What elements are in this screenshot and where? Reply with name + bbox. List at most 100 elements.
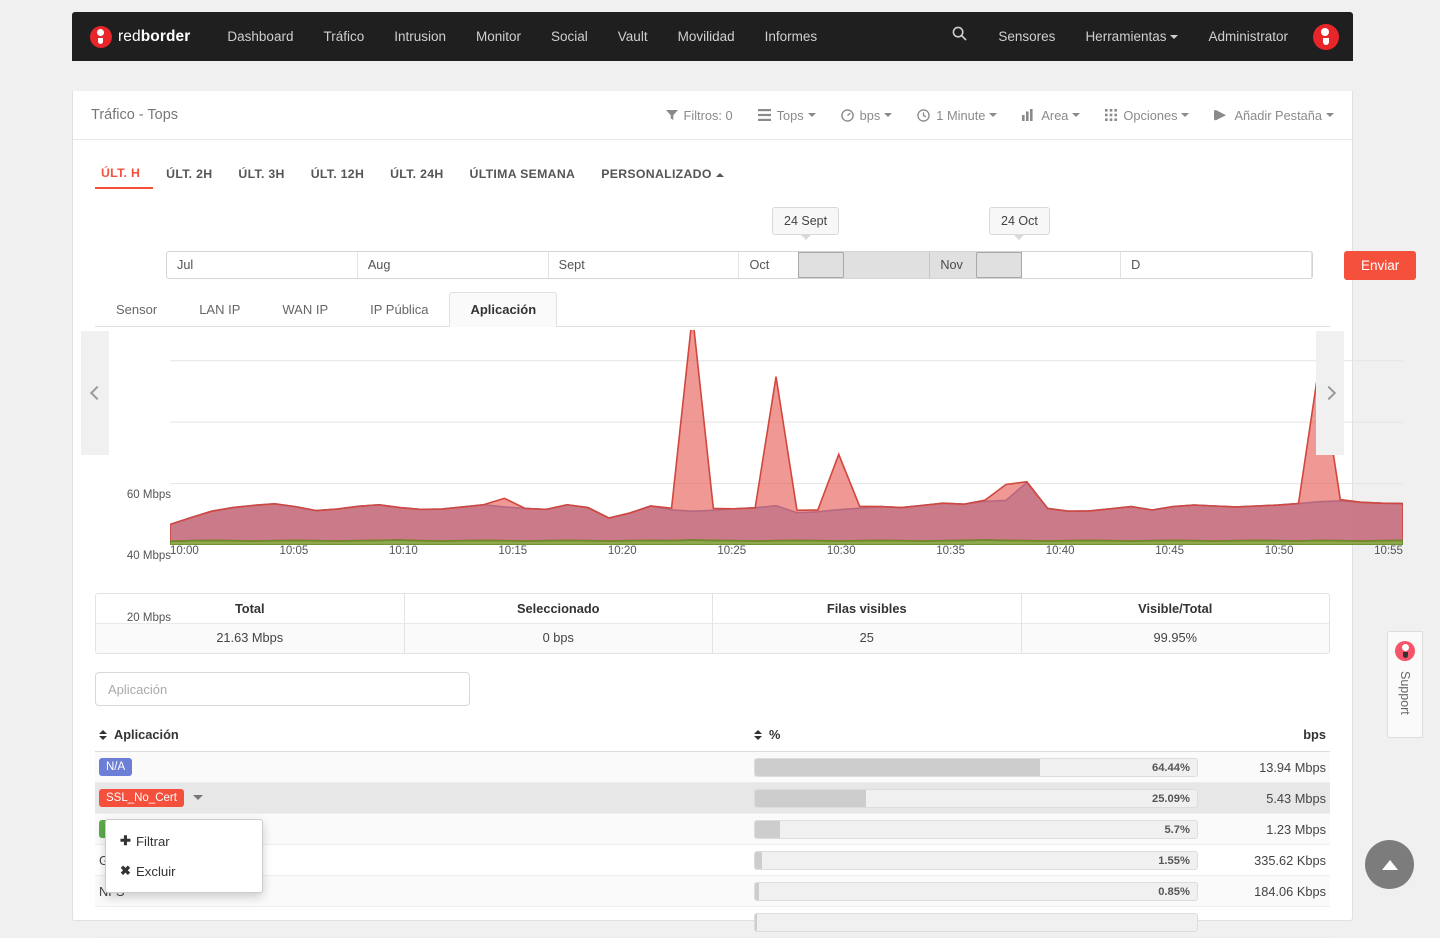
main-card: Tráfico - Tops Filtros: 0 Tops bps 1 Min… [72,91,1417,938]
tab-ip-publica[interactable]: IP Pública [349,292,449,327]
period-personalizado-label: PERSONALIZADO [601,167,712,181]
nav-item-administrator[interactable]: Administrator [1193,12,1303,61]
row-bps-cell: 335.62 Kbps [1254,852,1326,868]
table-row[interactable]: G 1.55% 335.62 Kbps [95,845,1330,876]
chart-xtick-3: 10:15 [498,545,528,557]
row-percent-bar-fill [754,820,781,838]
search-icon[interactable] [936,12,983,61]
row-application-cell: N/A [95,757,754,777]
table-row[interactable]: 5.7% 1.23 Mbps [95,814,1330,845]
nav-item-dashboard[interactable]: Dashboard [212,12,308,61]
row-bps-cell: 13.94 Mbps [1259,759,1326,775]
toolbar-tops[interactable]: Tops [757,108,816,123]
date-range-slider: 24 Sept 24 Oct Jul Aug Sept Oct Nov D En… [73,207,1417,280]
nav-item-movilidad[interactable]: Movilidad [663,12,750,61]
period-personalizado[interactable]: PERSONALIZADO [588,163,736,188]
nav-item-monitor[interactable]: Monitor [461,12,536,61]
table-header-aplicacion[interactable]: Aplicación [95,727,754,742]
chart-prev-button[interactable] [81,331,109,455]
context-menu-filtrar[interactable]: ✚ Filtrar [106,826,262,856]
row-menu-chevron-down-icon[interactable] [192,795,203,801]
nav-item-intrusion[interactable]: Intrusion [379,12,461,61]
support-tab[interactable]: Support [1387,631,1423,738]
traffic-chart: 20 Mbps 40 Mbps 60 Mbps 10:00 10:05 10:10 1… [73,330,1403,624]
row-percent-bar-fill [754,789,866,807]
plus-icon: ✚ [120,833,131,848]
table-header-bps[interactable]: bps [1205,727,1330,742]
chart-next-button[interactable] [1316,331,1344,455]
period-ult-24h[interactable]: ÚLT. 24H [377,163,456,188]
brand-logo-group[interactable]: redborder [90,25,191,48]
tab-lan-ip[interactable]: LAN IP [178,292,261,327]
toolbar-anadir-pestana[interactable]: Añadir Pestaña [1214,108,1334,123]
row-bps-cell: 1.23 Mbps [1266,821,1326,837]
redborder-logo-icon [90,25,112,48]
toolbar-interval[interactable]: 1 Minute [917,108,998,123]
row-application-label[interactable]: SSL_No_Cert [99,788,184,808]
period-ult-2h[interactable]: ÚLT. 2H [153,163,225,188]
table-row[interactable]: NFS0.85%184.06 Kbps [95,876,1330,907]
scroll-to-top-button[interactable] [1365,840,1414,889]
toolbar-bps[interactable]: bps [840,108,893,123]
brand-bold: border [140,27,191,45]
toolbar-charttype[interactable]: Area [1022,108,1081,123]
stat-total-value: 21.63 Mbps [96,623,404,653]
nav-item-trafico[interactable]: Tráfico [308,12,379,61]
chart-xtick-6: 10:30 [826,545,856,557]
row-percent-label: 0.85% [1158,885,1190,898]
period-ultima-semana[interactable]: ÚLTIMA SEMANA [457,163,589,188]
table-header-row: Aplicación % bps [95,727,1330,752]
stat-filas-visibles-value: 25 [713,623,1021,653]
tab-aplicacion[interactable]: Aplicación [449,292,558,327]
chevron-down-icon [1170,35,1179,40]
period-ult-12h[interactable]: ÚLT. 12H [298,163,377,188]
table-row[interactable]: N/A 64.44% 13.94 Mbps [95,752,1330,783]
nav-item-social[interactable]: Social [536,12,603,61]
slider-handle-start[interactable] [798,252,844,278]
period-ult-h[interactable]: ÚLT. H [95,162,154,189]
chevron-down-icon [1181,113,1190,117]
period-tabs: ÚLT. H ÚLT. 2H ÚLT. 3H ÚLT. 12H ÚLT. 24H… [73,140,1352,189]
slider-month-nov: Nov [930,252,1122,278]
stat-visible-total-header: Visible/Total [1138,601,1213,616]
nav-item-sensores[interactable]: Sensores [983,12,1070,61]
table-row[interactable] [95,907,1330,938]
sort-icon [99,729,108,741]
chart-xtick-8: 10:40 [1045,545,1075,557]
table-header-aplicacion-label: Aplicación [114,727,179,742]
submit-button[interactable]: Enviar [1344,251,1417,280]
slider-start-tooltip: 24 Sept [772,207,840,240]
row-percent-cell: 0.85% [753,881,1205,901]
row-percent-label: 64.44% [1151,761,1190,774]
support-label: Support [1398,671,1412,715]
table-header-pct[interactable]: % [753,727,1205,742]
chart-xtick-10: 10:50 [1264,545,1294,557]
summary-stats: Total 21.63 Mbps Seleccionado 0 bps Fila… [95,593,1330,654]
top-navbar: redborder Dashboard Tráfico Intrusion Mo… [72,12,1353,61]
slider-track[interactable]: Jul Aug Sept Oct Nov D [166,251,1313,279]
table-row[interactable]: SSL_No_Cert 25.09% 5.43 Mbps [95,783,1330,814]
tab-sensor[interactable]: Sensor [95,292,178,327]
slider-handle-end[interactable] [976,252,1022,278]
application-filter-input[interactable] [95,672,470,706]
row-percent-bar [753,912,1198,932]
toolbar-anadir-pestana-label: Añadir Pestaña [1234,107,1322,123]
row-percent-bar: 25.09% [753,788,1198,808]
context-menu-excluir[interactable]: ✖ Excluir [106,856,262,886]
nav-item-informes[interactable]: Informes [750,12,833,61]
chart-xtick-0: 10:00 [170,545,199,557]
avatar[interactable] [1313,23,1339,50]
toolbar-opciones[interactable]: Opciones [1105,108,1190,123]
tab-wan-ip[interactable]: WAN IP [261,292,349,327]
nav-item-vault[interactable]: Vault [603,12,663,61]
context-menu-excluir-label: Excluir [136,863,176,879]
chart-xtick-11: 10:55 [1374,545,1403,557]
nav-item-herramientas-label: Herramientas [1085,29,1167,44]
cross-icon: ✖ [120,863,131,878]
slider-end-tooltip: 24 Oct [989,207,1050,240]
nav-item-herramientas[interactable]: Herramientas [1070,12,1193,61]
row-application-label[interactable]: N/A [99,757,133,777]
period-ult-3h[interactable]: ÚLT. 3H [225,163,297,188]
stat-seleccionado-header: Seleccionado [517,601,600,616]
toolbar-filtros[interactable]: Filtros: 0 [665,108,733,123]
